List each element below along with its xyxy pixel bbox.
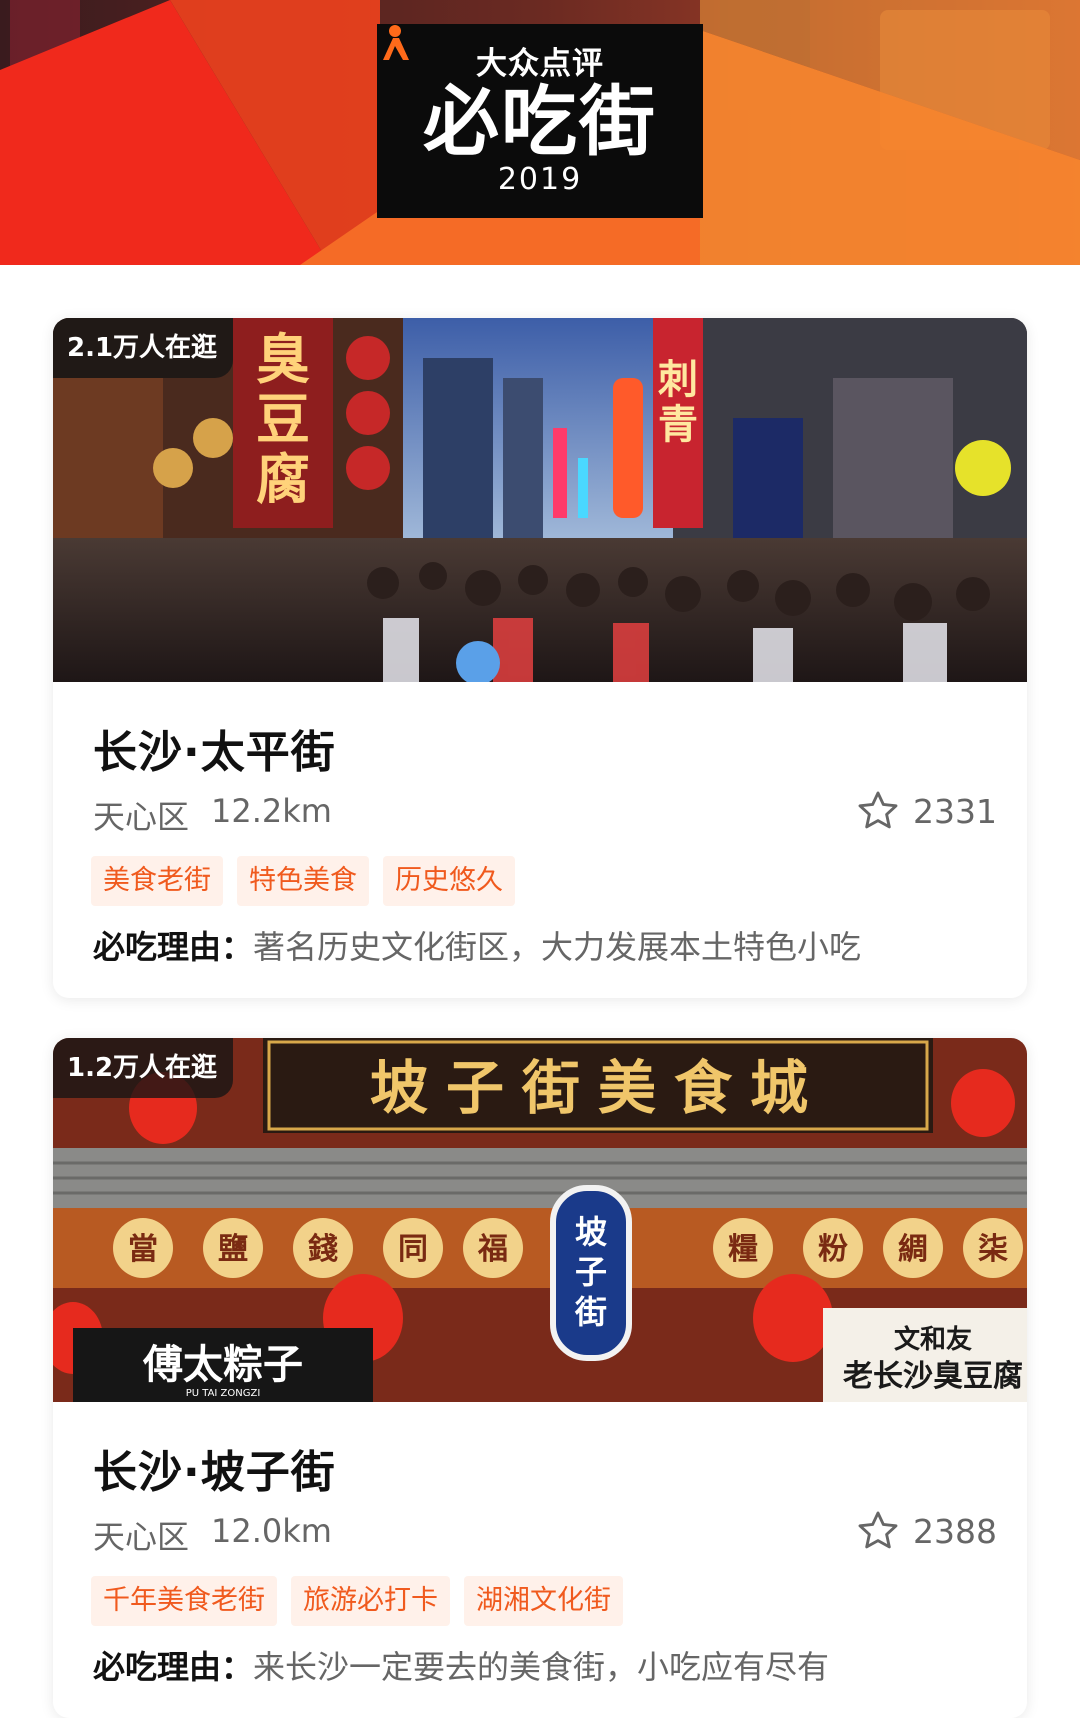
- tag-item[interactable]: 旅游必打卡: [291, 1576, 450, 1626]
- brand-line: 大众点评: [377, 25, 703, 82]
- svg-text:柒: 柒: [978, 1233, 1008, 1266]
- photo-sign-char: 腐: [256, 450, 310, 510]
- reason-text: 来长沙一定要去的美食街，小吃应有尽有: [253, 1648, 830, 1686]
- tag-item[interactable]: 湖湘文化街: [464, 1576, 623, 1626]
- favorite-count: 2331: [913, 791, 997, 831]
- star-outline-icon[interactable]: [855, 1508, 901, 1554]
- street-card[interactable]: 坡子街美食城 當 鹽 錢 同 福 糧 粉 綢 柒 坡 子 街 傅太粽子 PU TAI ZON…: [53, 1038, 1027, 1718]
- svg-text:福: 福: [477, 1233, 508, 1266]
- svg-text:綢: 綢: [898, 1233, 928, 1266]
- distance-label: 12.2km: [211, 792, 332, 830]
- favorite-count: 2388: [913, 1511, 997, 1551]
- favorite-button[interactable]: 2331: [855, 788, 997, 834]
- svg-text:同: 同: [398, 1233, 428, 1266]
- reason-label: 必吃理由：: [93, 1648, 254, 1686]
- tag-item[interactable]: 特色美食: [237, 856, 369, 906]
- street-photo[interactable]: 臭 豆 腐 老长沙大香肠 刺 青: [53, 318, 1027, 682]
- tag-list: 千年美食老街 旅游必打卡 湖湘文化街: [91, 1576, 623, 1626]
- street-card[interactable]: 臭 豆 腐 老长沙大香肠 刺 青: [53, 318, 1027, 998]
- dianping-logo-icon: [383, 25, 409, 60]
- street-meta: 天心区 12.2km: [93, 792, 332, 838]
- photo-sign-zongzi-en: PU TAI ZONGZI: [186, 1388, 261, 1399]
- street-meta: 天心区 12.0km: [93, 1512, 332, 1558]
- svg-text:粉: 粉: [818, 1233, 848, 1266]
- photo-sign-wenheyou: 文和友: [894, 1324, 972, 1354]
- star-outline-icon[interactable]: [855, 788, 901, 834]
- photo-sign-char: 街: [574, 1294, 607, 1330]
- favorite-button[interactable]: 2388: [855, 1508, 997, 1554]
- street-title[interactable]: 长沙·坡子街: [93, 1436, 336, 1500]
- svg-text:錢: 錢: [308, 1232, 338, 1266]
- tag-item[interactable]: 美食老街: [91, 856, 223, 906]
- live-visitors-badge: 1.2万人在逛: [53, 1038, 234, 1098]
- tag-item[interactable]: 历史悠久: [383, 856, 515, 906]
- distance-label: 12.0km: [211, 1512, 332, 1550]
- photo-sign-tattoo: 刺: [658, 357, 698, 402]
- street-photo[interactable]: 坡子街美食城 當 鹽 錢 同 福 糧 粉 綢 柒 坡 子 街 傅太粽子 PU TAI ZON…: [53, 1038, 1027, 1402]
- photo-sign-char: 子: [575, 1254, 607, 1290]
- svg-text:鹽: 鹽: [218, 1233, 248, 1266]
- photo-sign-pozijie: 坡: [575, 1214, 607, 1250]
- photo-sign-food-city: 坡子街美食城: [370, 1056, 826, 1121]
- header-banner: 大众点评 必吃街 2019: [0, 0, 1080, 265]
- photo-sign-stinky-tofu: 老长沙臭豆腐: [843, 1360, 1023, 1393]
- svg-text:當: 當: [128, 1233, 158, 1266]
- banner-title: 必吃街: [423, 77, 657, 166]
- brand-logo-box: 大众点评 必吃街 2019: [377, 24, 703, 218]
- photo-sign-tofu: 臭: [256, 330, 310, 390]
- street-title[interactable]: 长沙·太平街: [93, 716, 336, 780]
- must-eat-reason: 必吃理由：来长沙一定要去的美食街，小吃应有尽有: [93, 1642, 829, 1688]
- banner-year: 2019: [497, 162, 583, 197]
- svg-text:糧: 糧: [728, 1233, 758, 1266]
- photo-sign-zongzi: 傅太粽子: [142, 1342, 303, 1387]
- district-label: 天心区: [93, 798, 190, 836]
- photo-sign-char: 豆: [256, 390, 310, 450]
- must-eat-reason: 必吃理由：著名历史文化街区，大力发展本土特色小吃: [93, 922, 861, 968]
- reason-label: 必吃理由：: [93, 928, 254, 966]
- tag-item[interactable]: 千年美食老街: [91, 1576, 277, 1626]
- photo-sign-char: 青: [658, 402, 698, 447]
- brand-name: 大众点评: [476, 45, 604, 82]
- tag-list: 美食老街 特色美食 历史悠久: [91, 856, 515, 906]
- district-label: 天心区: [93, 1518, 190, 1556]
- live-visitors-badge: 2.1万人在逛: [53, 318, 234, 378]
- reason-text: 著名历史文化街区，大力发展本土特色小吃: [253, 928, 862, 966]
